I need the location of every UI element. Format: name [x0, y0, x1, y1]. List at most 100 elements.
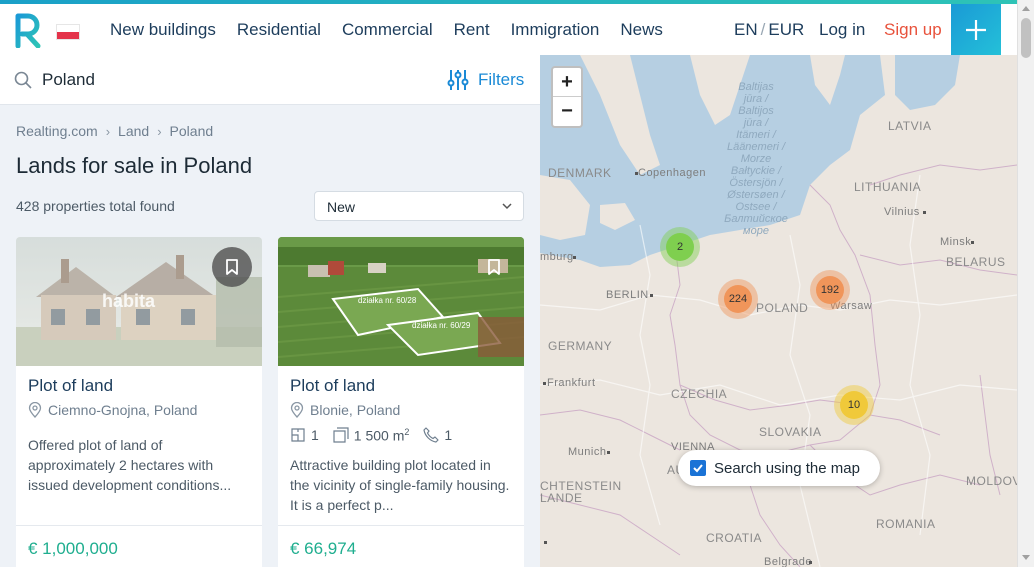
filters-button[interactable]: Filters: [446, 68, 524, 92]
bookmark-icon: [226, 259, 238, 275]
scroll-up-arrow-icon[interactable]: [1022, 6, 1030, 11]
nav-commercial[interactable]: Commercial: [342, 20, 433, 40]
phone-icon: [423, 427, 440, 443]
cluster-count: 224: [728, 293, 748, 305]
map-label-belgrade: Belgrade: [764, 556, 813, 567]
rooms-value: 1: [311, 427, 319, 444]
sort-select[interactable]: New: [314, 191, 524, 221]
poland-flag-icon[interactable]: [56, 24, 80, 40]
city-dot: [607, 451, 610, 454]
phone-feature: 1: [423, 427, 452, 443]
listing-location: Blonie, Poland: [290, 402, 400, 418]
search-input[interactable]: [42, 68, 402, 92]
rooms-feature: 1: [290, 427, 319, 443]
city-dot: [923, 211, 926, 214]
listing-photo[interactable]: habita: [16, 237, 262, 366]
checkmark-icon: [693, 464, 703, 473]
listing-card[interactable]: habita Plot of land Ciemno-Gnojna, Polan…: [16, 237, 262, 567]
listing-card[interactable]: działka nr. 60/28 działka nr. 60/29 Plot…: [278, 237, 524, 567]
bookmark-button[interactable]: [212, 247, 252, 287]
search-icon: [14, 71, 32, 89]
map-label-vilnius: Vilnius: [884, 206, 920, 218]
city-dot: [543, 382, 546, 385]
city-dot: [544, 541, 547, 544]
scroll-down-arrow-icon[interactable]: [1022, 555, 1030, 560]
phone-value: 1: [444, 427, 453, 444]
listing-photo[interactable]: działka nr. 60/28 działka nr. 60/29: [278, 237, 524, 366]
listing-title[interactable]: Plot of land: [28, 376, 113, 396]
nav-immigration[interactable]: Immigration: [511, 20, 600, 40]
nav-new-buildings[interactable]: New buildings: [110, 20, 216, 40]
nav-residential[interactable]: Residential: [237, 20, 321, 40]
map-label-hamburg: mburg: [540, 251, 574, 263]
map-label-lande: LANDE: [540, 491, 583, 505]
breadcrumb-home[interactable]: Realting.com: [16, 123, 98, 139]
main-nav: New buildings Residential Commercial Ren…: [110, 4, 684, 55]
cluster-count: 10: [847, 399, 861, 411]
map-label-germany: GERMANY: [548, 339, 613, 353]
map-label-berlin: BERLIN: [606, 289, 649, 301]
area-feature: 1 500 m2: [333, 427, 409, 444]
realting-logo-icon[interactable]: [14, 12, 42, 48]
card-divider: [16, 525, 262, 526]
map-cluster-marker[interactable]: 192: [810, 270, 850, 310]
checkbox-checked[interactable]: [690, 460, 706, 476]
zoom-control: + −: [551, 66, 583, 128]
map-label-copenhagen: Copenhagen: [638, 167, 707, 179]
map-cluster-marker[interactable]: 10: [834, 385, 874, 425]
map-label-romania: ROMANIA: [876, 517, 936, 531]
add-listing-button[interactable]: [951, 4, 1001, 55]
zoom-in-button[interactable]: +: [553, 68, 581, 97]
location-pin-icon: [28, 402, 42, 418]
listing-price: € 1,000,000: [28, 539, 118, 558]
listing-features: 1 1 500 m2 1: [290, 427, 460, 444]
map-view[interactable]: Baltijas jūra / Baltijos jūra / Itämeri / Lää…: [540, 55, 1017, 567]
breadcrumb: Realting.com › Land › Poland: [16, 123, 213, 139]
site-header: New buildings Residential Commercial Ren…: [0, 4, 1017, 55]
listing-price: € 66,974: [290, 539, 357, 558]
scrollbar-thumb[interactable]: [1021, 18, 1031, 58]
map-label-croatia: CROATIA: [706, 531, 762, 545]
city-dot: [809, 561, 812, 564]
area-number: 1 500 m: [353, 427, 405, 444]
language-label: EN: [734, 20, 758, 39]
zoom-out-button[interactable]: −: [553, 97, 581, 126]
map-label-poland: POLAND: [756, 301, 809, 315]
map-label-moldova: MOLDOV: [966, 474, 1017, 488]
search-using-map-toggle[interactable]: Search using the map: [678, 450, 880, 486]
bookmark-button[interactable]: [474, 247, 514, 287]
login-link[interactable]: Log in: [819, 20, 865, 40]
area-icon: [333, 427, 349, 443]
bookmark-icon: [488, 259, 500, 275]
map-label-czechia: CZECHIA: [671, 387, 728, 401]
listing-location: Ciemno-Gnojna, Poland: [28, 402, 197, 418]
breadcrumb-poland[interactable]: Poland: [170, 123, 214, 139]
plus-icon: [966, 19, 986, 40]
listing-location-text: Ciemno-Gnojna, Poland: [48, 402, 198, 418]
floor-plan-icon: [291, 428, 305, 442]
listing-location-text: Blonie, Poland: [310, 402, 401, 418]
chevron-right-icon: ›: [105, 123, 111, 139]
nav-rent[interactable]: Rent: [454, 20, 490, 40]
page-scrollbar[interactable]: [1017, 0, 1034, 567]
chevron-down-icon: [502, 203, 512, 210]
baltic-sea-label: Baltijas jūra / Baltijos jūra / Itämeri / Lää…: [724, 81, 788, 237]
signup-link[interactable]: Sign up: [884, 20, 942, 40]
city-dot: [971, 241, 974, 244]
map-cluster-marker[interactable]: 224: [718, 279, 758, 319]
map-label-belarus: BELARUS: [946, 255, 1006, 269]
photo-watermark: habita: [102, 291, 156, 311]
listing-description: Attractive building plot located in the …: [290, 457, 510, 513]
map-label-denmark: DENMARK: [548, 166, 612, 180]
map-label-latvia: LATVIA: [888, 119, 932, 133]
page-title: Lands for sale in Poland: [16, 153, 253, 178]
sliders-icon: [447, 70, 469, 90]
nav-news[interactable]: News: [620, 20, 663, 40]
listing-title[interactable]: Plot of land: [290, 376, 375, 396]
map-label-frankfurt: Frankfurt: [547, 377, 596, 389]
map-cluster-marker[interactable]: 2: [660, 227, 700, 267]
language-currency-switch[interactable]: EN / EUR: [734, 20, 804, 40]
breadcrumb-land[interactable]: Land: [118, 123, 149, 139]
plot-label: działka nr. 60/28: [358, 296, 417, 305]
map-label-minsk: Minsk: [940, 236, 972, 248]
